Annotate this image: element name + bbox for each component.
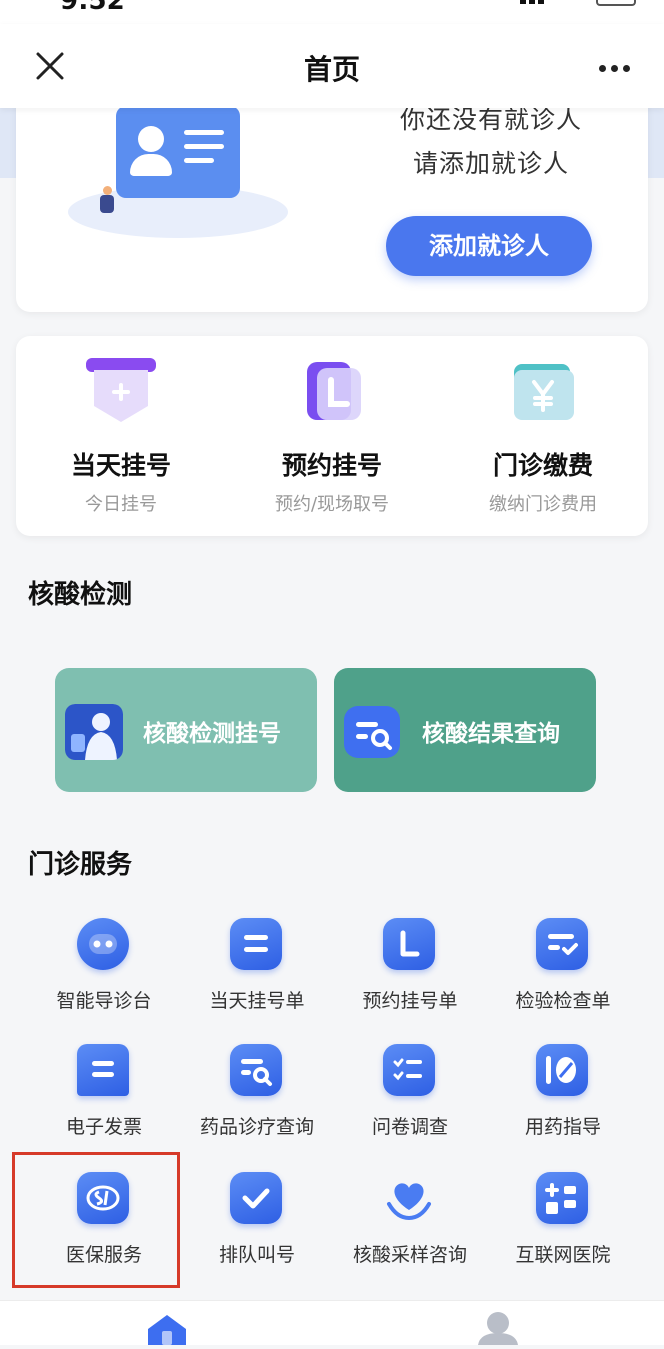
search-document-icon	[241, 1059, 272, 1086]
social-insurance-icon	[86, 1185, 120, 1211]
chat-bot-icon	[89, 934, 117, 954]
appointment-ticket-label: 预约挂号单	[362, 990, 458, 1012]
tab-profile[interactable]	[476, 1311, 520, 1345]
covid-result-query-button[interactable]: 核酸结果查询	[334, 668, 596, 792]
medication-guide-label: 用药指导	[524, 1116, 601, 1138]
appointment-ticket-button[interactable]: 预约挂号单	[332, 918, 488, 1030]
smart-triage-button[interactable]: 智能导诊台	[26, 918, 182, 1030]
invoice-icon	[92, 1061, 114, 1077]
doctor-protective-suit-icon	[65, 704, 123, 760]
id-card-illustration-icon	[116, 106, 240, 198]
same-day-register-icon	[86, 358, 156, 422]
covid-test-register-label: 核酸检测挂号	[143, 721, 281, 747]
heart-hands-icon	[387, 1183, 431, 1221]
queue-call-label: 排队叫号	[218, 1244, 295, 1266]
e-invoice-button[interactable]: 电子发票	[26, 1044, 182, 1156]
lab-report-button[interactable]: 检验检查单	[485, 918, 641, 1030]
status-time: 9:52	[60, 0, 125, 16]
payment-yen-icon	[514, 364, 574, 420]
questionnaire-label: 问卷调查	[371, 1116, 448, 1138]
battery-icon	[596, 0, 636, 6]
covid-test-register-button[interactable]: 核酸检测挂号	[55, 668, 317, 792]
nav-bar: 首页	[0, 24, 664, 108]
same-day-ticket-button[interactable]: 当天挂号单	[179, 918, 335, 1030]
smart-triage-label: 智能导诊台	[56, 990, 152, 1012]
same-day-register-title: 当天挂号	[70, 451, 171, 480]
user-icon	[478, 1312, 518, 1345]
appointment-register-subtitle: 预约/现场取号	[274, 494, 390, 515]
same-day-register-button[interactable]: 当天挂号 今日挂号	[16, 336, 226, 536]
patient-card: 你还没有就诊人 请添加就诊人 添加就诊人	[16, 90, 648, 312]
questionnaire-icon	[393, 1058, 422, 1081]
registration-card: 当天挂号 今日挂号 预约挂号 预约/现场取号 门诊缴费 缴纳门诊费用	[16, 336, 648, 536]
add-patient-hint: 请添加就诊人	[412, 149, 569, 178]
questionnaire-button[interactable]: 问卷调查	[332, 1044, 488, 1156]
outpatient-payment-title: 门诊缴费	[492, 451, 593, 480]
list-icon	[244, 935, 268, 952]
queue-call-button[interactable]: 排队叫号	[179, 1172, 335, 1284]
hospital-icon	[545, 1183, 576, 1214]
appointment-icon	[307, 362, 361, 420]
pill-icon	[546, 1056, 576, 1084]
home-icon	[148, 1315, 186, 1345]
internet-hospital-button[interactable]: 互联网医院	[485, 1172, 641, 1284]
covid-result-query-label: 核酸结果查询	[422, 721, 560, 747]
drug-query-button[interactable]: 药品诊疗查询	[179, 1044, 335, 1156]
covid-section-title: 核酸检测	[28, 580, 133, 610]
same-day-register-subtitle: 今日挂号	[85, 494, 157, 515]
appointment-register-title: 预约挂号	[281, 451, 382, 480]
outpatient-payment-subtitle: 缴纳门诊费用	[489, 494, 597, 515]
person-illustration-icon	[98, 186, 116, 214]
medical-insurance-label: 医保服务	[65, 1244, 142, 1266]
medical-insurance-button[interactable]: 医保服务	[26, 1172, 182, 1284]
search-report-icon	[344, 706, 400, 758]
e-invoice-label: 电子发票	[65, 1116, 142, 1138]
l-document-icon	[400, 930, 420, 957]
tab-home[interactable]	[146, 1313, 188, 1345]
bottom-tab-bar	[0, 1300, 664, 1345]
appointment-register-button[interactable]: 预约挂号 预约/现场取号	[227, 336, 437, 536]
internet-hospital-label: 互联网医院	[515, 1244, 611, 1266]
same-day-ticket-label: 当天挂号单	[209, 990, 305, 1012]
drug-query-label: 药品诊疗查询	[199, 1116, 314, 1138]
services-section-title: 门诊服务	[28, 850, 133, 880]
medication-guide-button[interactable]: 用药指导	[485, 1044, 641, 1156]
status-bar: 9:52	[0, 0, 664, 24]
add-patient-button[interactable]: 添加就诊人	[386, 216, 592, 276]
more-button[interactable]	[590, 46, 640, 90]
signal-icon	[520, 0, 554, 4]
covid-sampling-consult-button[interactable]: 核酸采样咨询	[332, 1172, 488, 1284]
outpatient-payment-button[interactable]: 门诊缴费 缴纳门诊费用	[438, 336, 648, 536]
page-title: 首页	[303, 53, 360, 86]
covid-sampling-consult-label: 核酸采样咨询	[352, 1244, 467, 1266]
checkmark-icon	[242, 1188, 270, 1209]
check-report-icon	[548, 934, 578, 955]
lab-report-label: 检验检查单	[515, 990, 611, 1012]
